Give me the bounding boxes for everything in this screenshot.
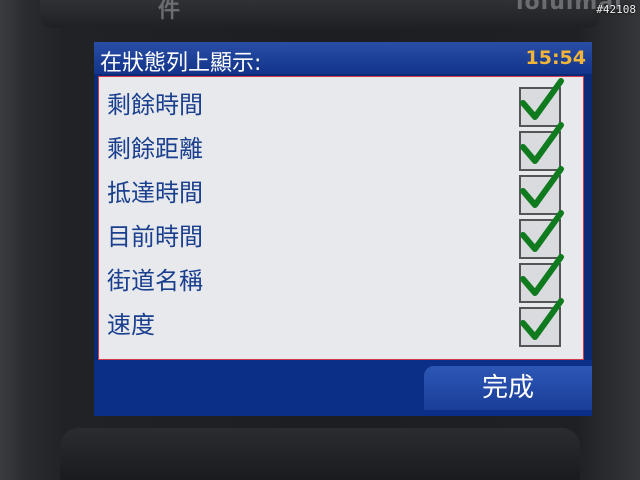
clock: 15:54: [525, 47, 586, 69]
footer-bar: 完成: [94, 360, 592, 416]
option-row-street-name[interactable]: 街道名稱: [99, 254, 583, 303]
option-label: 剩餘時間: [107, 91, 203, 119]
checkmark-icon: [520, 210, 564, 252]
checkmark-icon: [520, 166, 564, 208]
device-top-bezel: 件 ioiuimai: [40, 0, 622, 28]
brand-mark-left: 件: [158, 0, 181, 23]
checkmark-icon: [520, 298, 564, 340]
device-screen: 在狀態列上顯示: 15:54 剩餘時間 剩餘距離 抵達時間 目前時間 街道名稱 …: [94, 42, 592, 416]
option-row-remaining-time[interactable]: 剩餘時間: [99, 78, 583, 127]
title-bar: 在狀態列上顯示: 15:54: [94, 42, 592, 76]
checkmark-icon: [520, 122, 564, 164]
option-row-arrival-time[interactable]: 抵達時間: [99, 166, 583, 215]
option-label: 速度: [107, 311, 155, 339]
option-label: 目前時間: [107, 223, 203, 251]
option-checkbox[interactable]: [519, 298, 564, 347]
watermark: #42108: [596, 3, 636, 16]
option-label: 街道名稱: [107, 267, 203, 295]
option-row-remaining-distance[interactable]: 剩餘距離: [99, 122, 583, 171]
option-label: 抵達時間: [107, 179, 203, 207]
option-row-speed[interactable]: 速度: [99, 298, 583, 347]
checkmark-icon: [520, 254, 564, 296]
option-label: 剩餘距離: [107, 135, 203, 163]
checkmark-icon: [520, 78, 564, 120]
device-bottom-bezel: [60, 428, 580, 480]
option-row-current-time[interactable]: 目前時間: [99, 210, 583, 259]
options-panel: 剩餘時間 剩餘距離 抵達時間 目前時間 街道名稱 速度: [98, 76, 584, 360]
page-title: 在狀態列上顯示:: [100, 51, 262, 76]
done-button[interactable]: 完成: [424, 366, 592, 410]
